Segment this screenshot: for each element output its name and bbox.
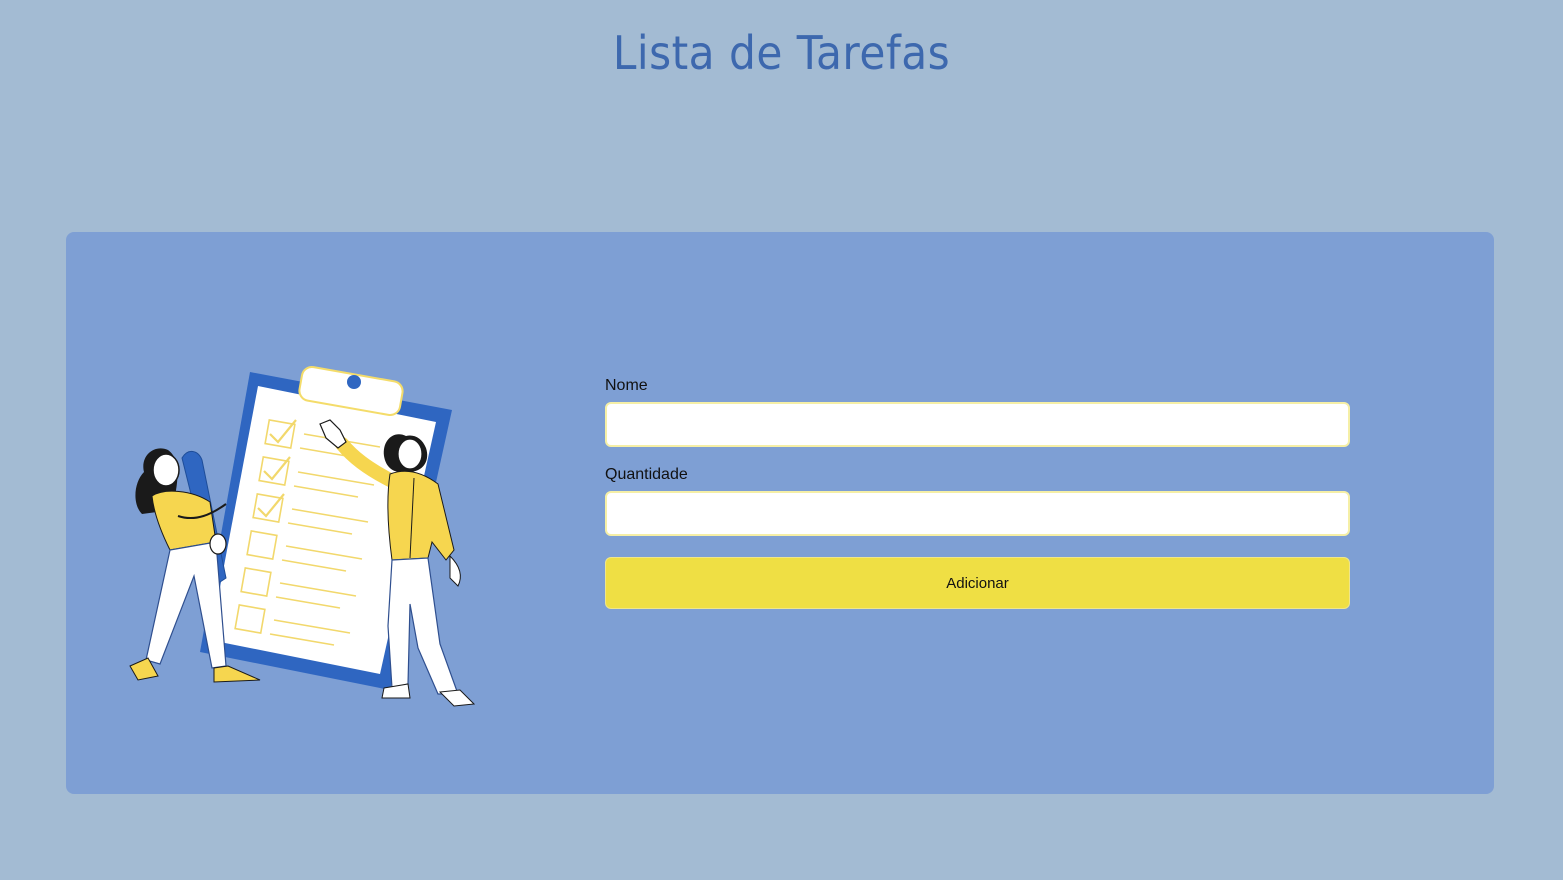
- form-card: Nome Quantidade Adicionar: [66, 232, 1494, 794]
- clipboard-checklist-illustration: [129, 365, 476, 707]
- quantity-input[interactable]: [605, 491, 1350, 536]
- task-form: Nome Quantidade Adicionar: [605, 376, 1350, 609]
- add-button[interactable]: Adicionar: [605, 557, 1350, 609]
- page-title: Lista de Tarefas: [612, 26, 951, 80]
- name-label: Nome: [605, 377, 648, 394]
- quantity-label: Quantidade: [605, 466, 688, 483]
- name-input[interactable]: [605, 402, 1350, 447]
